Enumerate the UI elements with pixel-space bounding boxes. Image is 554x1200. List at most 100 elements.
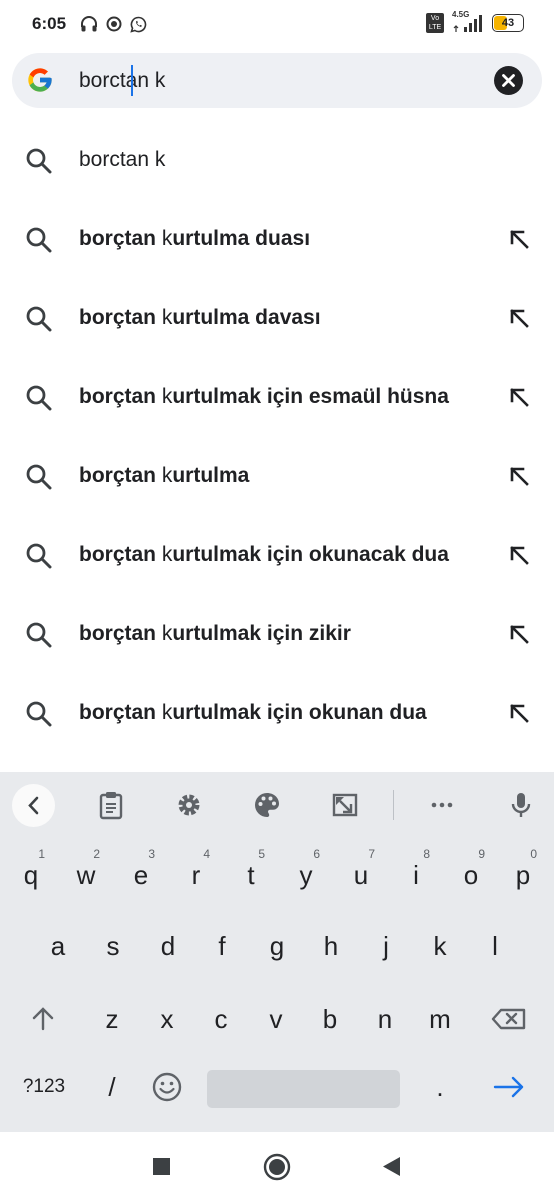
- key-s[interactable]: s: [91, 915, 135, 977]
- battery-level: 43: [501, 17, 515, 29]
- suggestion-item[interactable]: borçtan kurtulmak için okunacak dua: [0, 516, 554, 595]
- search-icon: [26, 464, 52, 490]
- clear-search-button[interactable]: [494, 66, 523, 95]
- key-b[interactable]: b: [308, 988, 352, 1050]
- suggestion-item[interactable]: borçtan kurtulmak için esmaül hüsna: [0, 358, 554, 437]
- system-navigation-bar: [0, 1132, 554, 1200]
- emoji-icon: [152, 1072, 182, 1102]
- suggestion-text: borçtan kurtulmak için okunacak dua: [79, 543, 449, 566]
- search-icon: [26, 543, 52, 569]
- key-w[interactable]: 2w: [64, 844, 108, 906]
- key-r[interactable]: 4r: [174, 844, 218, 906]
- keyboard-toolbar: [0, 772, 554, 836]
- key-n[interactable]: n: [363, 988, 407, 1050]
- search-bar[interactable]: borctan k: [12, 53, 542, 108]
- settings-icon[interactable]: [174, 790, 204, 820]
- key-y[interactable]: 6y: [284, 844, 328, 906]
- key-x[interactable]: x: [145, 988, 189, 1050]
- key-q[interactable]: 1q: [9, 844, 53, 906]
- key-l[interactable]: l: [473, 915, 517, 977]
- key-v[interactable]: v: [254, 988, 298, 1050]
- more-icon[interactable]: [427, 790, 457, 820]
- record-icon: [106, 16, 122, 32]
- backspace-icon: [491, 1008, 526, 1030]
- search-input[interactable]: borctan k: [79, 69, 165, 93]
- key-p[interactable]: 0p: [501, 844, 545, 906]
- key-t[interactable]: 5t: [229, 844, 273, 906]
- search-icon: [26, 227, 52, 253]
- key-e[interactable]: 3e: [119, 844, 163, 906]
- symbols-key[interactable]: ?123: [14, 1056, 74, 1118]
- key-z[interactable]: z: [90, 988, 134, 1050]
- on-screen-keyboard: 1q 2w 3e 4r 5t 6y 7u 8i 9o 0p a s d f g …: [0, 772, 554, 1132]
- key-d[interactable]: d: [146, 915, 190, 977]
- fill-query-arrow-icon[interactable]: [508, 544, 530, 566]
- search-icon: [26, 148, 52, 174]
- status-system-icons: Vo LTE 4.5G 43: [426, 10, 524, 34]
- fill-query-arrow-icon[interactable]: [508, 228, 530, 250]
- fill-query-arrow-icon[interactable]: [508, 623, 530, 645]
- clipboard-icon[interactable]: [96, 790, 126, 820]
- key-g[interactable]: g: [255, 915, 299, 977]
- search-icon: [26, 385, 52, 411]
- suggestion-text: borçtan kurtulmak için esmaül hüsna: [79, 385, 449, 408]
- key-k[interactable]: k: [418, 915, 462, 977]
- fill-query-arrow-icon[interactable]: [508, 307, 530, 329]
- suggestion-text: borctan k: [79, 148, 166, 171]
- status-notification-icons: [80, 15, 147, 33]
- suggestion-text: borçtan kurtulma: [79, 464, 250, 487]
- space-bar[interactable]: [207, 1070, 400, 1108]
- key-i[interactable]: 8i: [394, 844, 438, 906]
- back-triangle-icon[interactable]: [381, 1156, 401, 1177]
- google-g-logo: [28, 68, 52, 92]
- suggestion-item[interactable]: borçtan kurtulma: [0, 437, 554, 516]
- suggestion-item[interactable]: borçtan kurtulmak için zikir: [0, 595, 554, 674]
- shift-key[interactable]: [21, 988, 65, 1050]
- toolbar-back-button[interactable]: [12, 784, 55, 827]
- battery-icon: 43: [492, 14, 524, 32]
- microphone-icon[interactable]: [506, 790, 536, 820]
- headphones-icon: [81, 16, 97, 32]
- home-circle-icon[interactable]: [263, 1153, 291, 1181]
- suggestion-text: borçtan kurtulmak için zikir: [79, 622, 351, 645]
- suggestion-item[interactable]: borçtan kurtulmak için okunan dua: [0, 674, 554, 753]
- shift-arrow-icon: [32, 1007, 54, 1031]
- search-icon: [26, 622, 52, 648]
- suggestion-text: borçtan kurtulma duası: [79, 227, 311, 250]
- suggestion-text: borçtan kurtulmak için okunan dua: [79, 701, 427, 724]
- key-f[interactable]: f: [200, 915, 244, 977]
- suggestion-item[interactable]: borctan k: [0, 121, 554, 200]
- status-bar: 6:05 Vo LTE 4.5G 43: [0, 0, 554, 50]
- suggestion-item[interactable]: borçtan kurtulma duası: [0, 200, 554, 279]
- key-c[interactable]: c: [199, 988, 243, 1050]
- key-h[interactable]: h: [309, 915, 353, 977]
- whatsapp-icon: [130, 16, 147, 33]
- backspace-key[interactable]: [487, 988, 531, 1050]
- fill-query-arrow-icon[interactable]: [508, 386, 530, 408]
- palette-icon[interactable]: [252, 790, 282, 820]
- key-j[interactable]: j: [364, 915, 408, 977]
- key-u[interactable]: 7u: [339, 844, 383, 906]
- enter-key[interactable]: [487, 1056, 531, 1118]
- volte-badge: Vo LTE: [426, 13, 444, 33]
- period-key[interactable]: .: [418, 1056, 462, 1118]
- key-a[interactable]: a: [36, 915, 80, 977]
- signal-icon: 4.5G: [452, 10, 484, 34]
- suggestion-item[interactable]: borçtan kurtulma davası: [0, 279, 554, 358]
- search-icon: [26, 306, 52, 332]
- search-icon: [26, 701, 52, 727]
- resize-icon[interactable]: [330, 790, 360, 820]
- enter-arrow-icon: [493, 1076, 524, 1098]
- recents-square-icon[interactable]: [152, 1157, 171, 1176]
- emoji-key[interactable]: [145, 1056, 189, 1118]
- key-m[interactable]: m: [418, 988, 462, 1050]
- suggestion-text: borçtan kurtulma davası: [79, 306, 321, 329]
- slash-key[interactable]: /: [90, 1056, 134, 1118]
- back-chevron-icon: [28, 796, 39, 815]
- fill-query-arrow-icon[interactable]: [508, 465, 530, 487]
- key-o[interactable]: 9o: [449, 844, 493, 906]
- text-cursor: [131, 65, 133, 96]
- status-time: 6:05: [32, 14, 67, 33]
- fill-query-arrow-icon[interactable]: [508, 702, 530, 724]
- close-icon: [502, 74, 515, 87]
